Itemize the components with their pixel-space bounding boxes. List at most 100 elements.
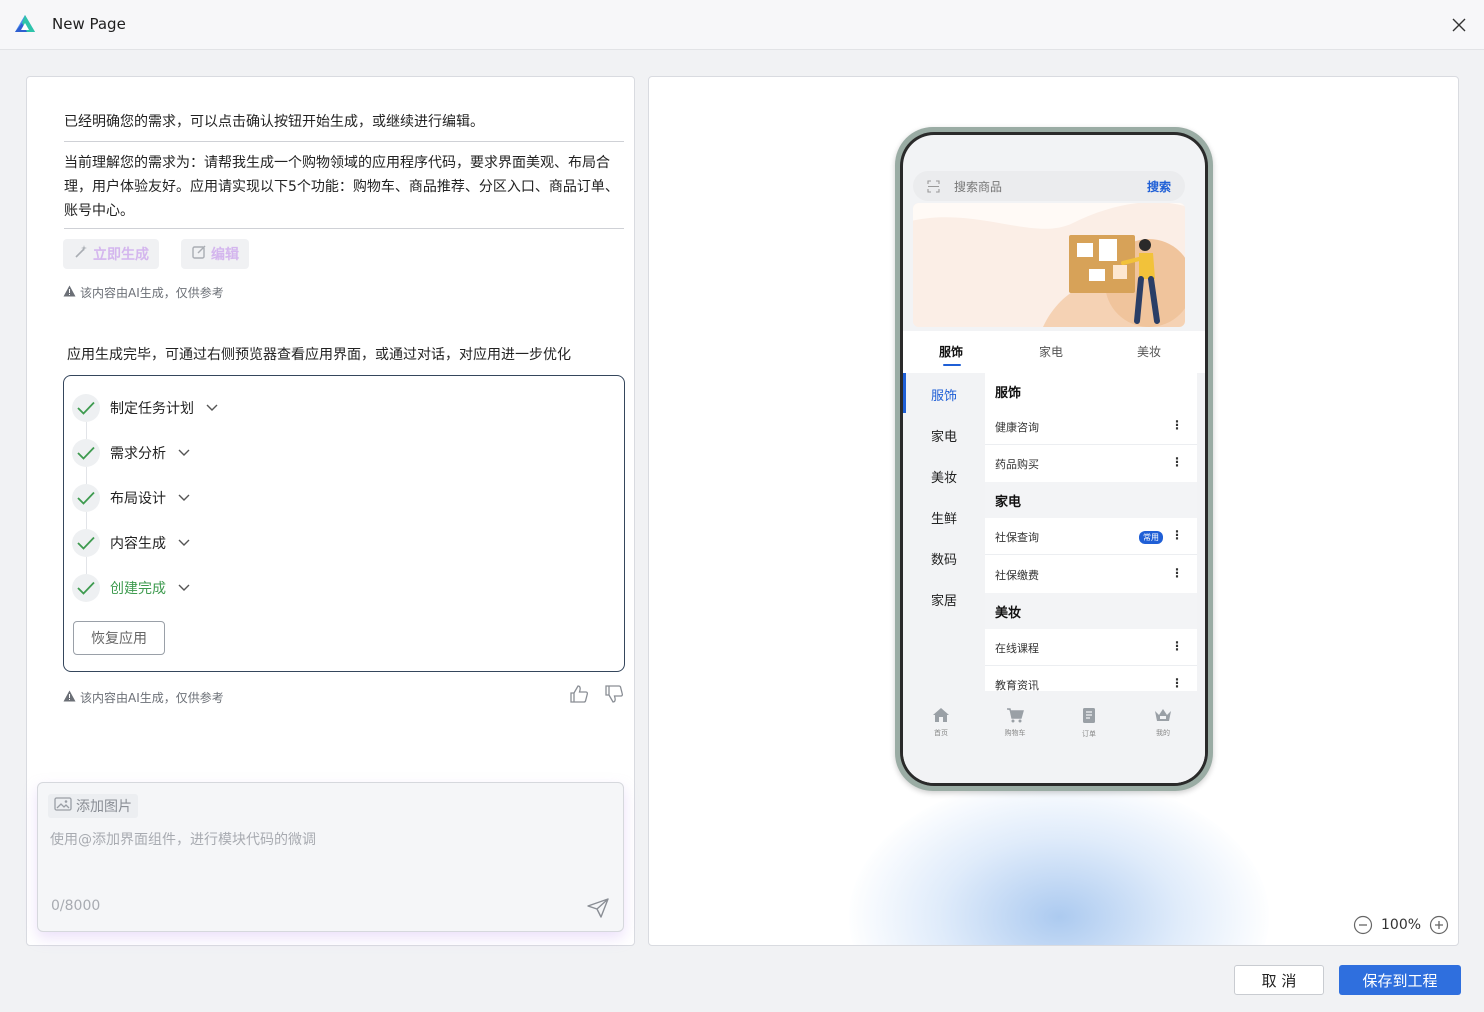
divider (64, 141, 624, 142)
nav-label: 首页 (934, 729, 948, 737)
chat-input-box: 添加图片 0/8000 (37, 782, 624, 932)
tab-clothing[interactable]: 服饰 (939, 343, 963, 360)
chevron-down-icon[interactable] (178, 584, 190, 592)
list-item-label: 在线课程 (995, 641, 1039, 655)
save-to-project-button[interactable]: 保存到工程 (1339, 965, 1461, 995)
phone-preview: 搜索商品 搜索 服饰 家电 美妆 服饰 家电 美妆 生鲜 数码 家居 服饰 健康… (895, 127, 1213, 791)
promo-banner[interactable] (913, 203, 1185, 327)
task-label: 需求分析 (110, 446, 166, 462)
section-header: 美妆 (985, 593, 1197, 629)
zoom-in-icon[interactable] (1429, 915, 1449, 935)
sidebar-item-home[interactable]: 家居 (931, 590, 957, 609)
confirm-message: 已经明确您的需求，可以点击确认按钮开始生成，或继续进行编辑。 (64, 114, 484, 130)
chevron-down-icon[interactable] (178, 539, 190, 547)
image-icon (54, 796, 72, 816)
ai-disclaimer-text: 该内容由AI生成，仅供参考 (80, 691, 224, 705)
list-item[interactable]: 药品购买 ⋮ (985, 446, 1197, 482)
character-counter: 0/8000 (51, 898, 101, 914)
check-icon (72, 394, 100, 422)
list-item[interactable]: 社保缴费 ⋮ (985, 557, 1197, 593)
edit-label: 编辑 (211, 247, 239, 263)
list-item[interactable]: 社保查询 常用 ⋮ (985, 519, 1197, 555)
zoom-out-icon[interactable] (1353, 915, 1373, 935)
add-image-button[interactable]: 添加图片 (48, 794, 138, 818)
order-icon (1081, 707, 1097, 728)
search-placeholder: 搜索商品 (954, 179, 1003, 194)
thumbs-down-icon[interactable] (604, 685, 624, 707)
sidebar-item-beauty[interactable]: 美妆 (931, 467, 957, 486)
window-title: New Page (52, 15, 126, 33)
check-icon (72, 529, 100, 557)
more-icon[interactable]: ⋮ (1171, 566, 1183, 580)
sidebar-item-clothing[interactable]: 服饰 (931, 385, 957, 404)
generate-now-label: 立即生成 (93, 247, 149, 263)
search-bar[interactable]: 搜索商品 搜索 (913, 171, 1185, 201)
more-icon[interactable]: ⋮ (1171, 528, 1183, 542)
sidebar-item-appliances[interactable]: 家电 (931, 426, 957, 445)
search-button[interactable]: 搜索 (1147, 178, 1171, 195)
category-content: 服饰 健康咨询 ⋮ 药品购买 ⋮ 家电 社保查询 常用 ⋮ 社保缴费 ⋮ 美妆 … (985, 373, 1197, 691)
tab-beauty[interactable]: 美妆 (1137, 343, 1161, 360)
cancel-button[interactable]: 取 消 (1234, 965, 1324, 995)
nav-cart[interactable]: 购物车 (995, 707, 1035, 738)
check-icon (72, 484, 100, 512)
list-item[interactable]: 在线课程 ⋮ (985, 630, 1197, 666)
nav-home[interactable]: 首页 (921, 707, 961, 738)
prompt-input[interactable] (50, 829, 610, 889)
task-label: 布局设计 (110, 491, 166, 507)
chevron-down-icon[interactable] (178, 449, 190, 457)
nav-orders[interactable]: 订单 (1069, 707, 1109, 739)
phone-screen: 搜索商品 搜索 服饰 家电 美妆 服饰 家电 美妆 生鲜 数码 家居 服饰 健康… (903, 135, 1205, 783)
more-icon[interactable]: ⋮ (1171, 455, 1183, 469)
chat-panel: 已经明确您的需求，可以点击确认按钮开始生成，或继续进行编辑。 当前理解您的需求为… (26, 76, 635, 946)
list-item[interactable]: 教育资讯 ⋮ (985, 667, 1197, 691)
check-icon (72, 439, 100, 467)
sidebar-item-digital[interactable]: 数码 (931, 549, 957, 568)
task-item[interactable]: 需求分析 (72, 437, 190, 469)
nav-label: 我的 (1156, 729, 1170, 737)
complete-message: 应用生成完毕，可通过右侧预览器查看应用界面，或通过对话，对应用进一步优化 (67, 347, 571, 363)
chevron-down-icon[interactable] (178, 494, 190, 502)
list-item[interactable]: 健康咨询 ⋮ (985, 409, 1197, 445)
task-item[interactable]: 布局设计 (72, 482, 190, 514)
more-icon[interactable]: ⋮ (1171, 676, 1183, 690)
tab-appliances[interactable]: 家电 (1039, 343, 1063, 360)
send-icon[interactable] (587, 898, 609, 922)
ai-disclaimer: 该内容由AI生成，仅供参考 (63, 689, 224, 706)
magic-wand-icon (73, 244, 89, 264)
category-tabs: 服饰 家电 美妆 (903, 331, 1205, 373)
sidebar-item-fresh[interactable]: 生鲜 (931, 508, 957, 527)
title-bar: New Page (0, 0, 1484, 50)
crown-basket-icon (1154, 707, 1172, 727)
more-icon[interactable]: ⋮ (1171, 418, 1183, 432)
frequent-badge: 常用 (1139, 531, 1163, 544)
preview-glow (849, 777, 1269, 945)
more-icon[interactable]: ⋮ (1171, 639, 1183, 653)
task-item[interactable]: 制定任务计划 (72, 392, 218, 424)
generate-now-button[interactable]: 立即生成 (63, 239, 159, 269)
tab-indicator (943, 364, 961, 366)
task-item[interactable]: 内容生成 (72, 527, 190, 559)
nav-me[interactable]: 我的 (1143, 707, 1183, 738)
section-header: 服饰 (985, 373, 1197, 409)
section-header: 家电 (985, 482, 1197, 518)
chevron-down-icon[interactable] (206, 404, 218, 412)
list-item-label: 药品购买 (995, 458, 1039, 471)
task-item[interactable]: 创建完成 (72, 572, 190, 604)
list-item-label: 教育资讯 (995, 679, 1039, 691)
thumbs-up-icon[interactable] (569, 685, 589, 707)
add-image-label: 添加图片 (76, 799, 132, 815)
close-icon[interactable] (1446, 12, 1472, 38)
list-item-label: 健康咨询 (995, 420, 1039, 434)
task-label: 制定任务计划 (110, 401, 194, 417)
nav-label: 订单 (1082, 730, 1096, 738)
warning-icon (63, 285, 76, 300)
requirement-message: 当前理解您的需求为：请帮我生成一个购物领域的应用程序代码，要求界面美观、布局合理… (64, 155, 619, 219)
bottom-navigation: 首页 购物车 订单 我的 (903, 691, 1205, 783)
nav-label: 购物车 (1004, 729, 1026, 737)
edit-button[interactable]: 编辑 (181, 239, 249, 269)
ai-disclaimer: 该内容由AI生成，仅供参考 (63, 284, 224, 301)
restore-app-button[interactable]: 恢复应用 (73, 621, 165, 655)
list-item-label: 社保缴费 (995, 569, 1039, 582)
scan-icon[interactable] (927, 179, 940, 193)
